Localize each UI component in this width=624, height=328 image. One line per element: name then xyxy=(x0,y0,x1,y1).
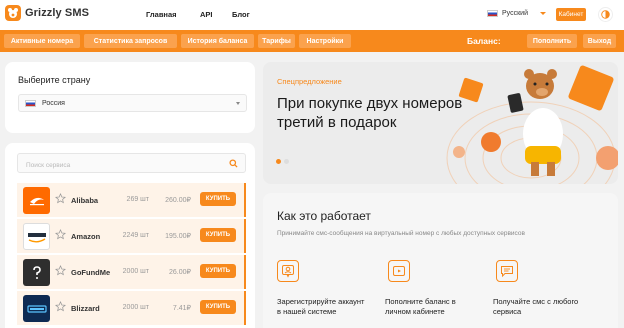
service-list-card: Alibaba 269 шт 260.00₽ КУПИТЬ Amazon 224… xyxy=(5,143,255,328)
balance-label: Баланс: xyxy=(467,36,501,46)
nav-home[interactable]: Главная xyxy=(146,10,177,19)
country-title: Выберите страну xyxy=(18,75,91,85)
carousel-dot[interactable] xyxy=(284,159,289,164)
language-selector[interactable]: Русский xyxy=(487,10,546,17)
wallet-icon xyxy=(388,260,410,282)
favorite-star-icon[interactable] xyxy=(55,301,66,312)
tab-request-stats[interactable]: Статистика запросов xyxy=(84,34,177,48)
logout-button[interactable]: Выход xyxy=(583,34,616,48)
nav-blog[interactable]: Блог xyxy=(232,10,250,19)
blizzard-logo-icon xyxy=(23,295,50,322)
service-name: Amazon xyxy=(71,232,101,241)
country-card: Выберите страну Россия xyxy=(5,62,255,133)
top-header: Grizzly SMS Главная API Блог Русский Каб… xyxy=(0,0,624,30)
country-select[interactable]: Россия xyxy=(18,94,247,112)
how-subtitle: Принимайте смс-сообщения на виртуальный … xyxy=(277,230,525,237)
service-count: 2000 шт xyxy=(122,268,149,275)
service-row[interactable]: Amazon 2249 шт 195.00₽ КУПИТЬ xyxy=(17,219,246,253)
service-name: GoFundMe xyxy=(71,268,111,277)
service-search xyxy=(17,153,246,175)
buy-button[interactable]: КУПИТЬ xyxy=(200,264,236,278)
service-row[interactable]: GoFundMe 2000 шт 26.00₽ КУПИТЬ xyxy=(17,255,246,289)
carousel-dots xyxy=(276,159,289,164)
service-name: Alibaba xyxy=(71,196,99,205)
service-count: 2249 шт xyxy=(122,232,149,239)
half-moon-icon xyxy=(601,10,610,19)
service-price: 195.00₽ xyxy=(165,233,191,240)
service-row[interactable]: Blizzard 2000 шт 7.41₽ КУПИТЬ xyxy=(17,291,246,325)
service-price: 7.41₽ xyxy=(172,305,191,312)
step-text: Зарегистрируйте аккаунт в нашей системе xyxy=(277,297,365,316)
favorite-star-icon[interactable] xyxy=(55,229,66,240)
bear-logo-icon xyxy=(5,5,21,21)
promo-tag: Спецпредложение xyxy=(277,77,342,86)
service-count: 269 шт xyxy=(126,196,149,203)
amazon-logo-icon xyxy=(23,223,50,250)
account-toolbar: Активные номера Статистика запросов Исто… xyxy=(0,30,624,52)
russia-flag-icon xyxy=(25,99,36,107)
russia-flag-icon xyxy=(487,10,498,17)
chevron-down-icon xyxy=(236,102,240,105)
service-name: Blizzard xyxy=(71,304,100,313)
message-icon xyxy=(496,260,518,282)
how-it-works-card: Как это работает Принимайте смс-сообщени… xyxy=(263,193,618,328)
favorite-star-icon[interactable] xyxy=(55,265,66,276)
buy-button[interactable]: КУПИТЬ xyxy=(200,300,236,314)
promo-title: При покупке двух номеров третий в подаро… xyxy=(277,95,463,131)
tab-tariffs[interactable]: Тарифы xyxy=(258,34,295,48)
service-price: 26.00₽ xyxy=(169,269,191,276)
service-count: 2000 шт xyxy=(122,304,149,311)
favorite-star-icon[interactable] xyxy=(55,193,66,204)
tab-settings[interactable]: Настройки xyxy=(299,34,351,48)
step-text: Получайте смс с любого сервиса xyxy=(493,297,579,316)
nav-api[interactable]: API xyxy=(200,10,213,19)
country-selected: Россия xyxy=(42,99,65,107)
how-title: Как это работает xyxy=(277,209,371,223)
alibaba-logo-icon xyxy=(23,187,50,214)
tab-active-numbers[interactable]: Активные номера xyxy=(4,34,80,48)
buy-button[interactable]: КУПИТЬ xyxy=(200,192,236,206)
service-search-input[interactable] xyxy=(18,156,218,175)
tab-balance-history[interactable]: История баланса xyxy=(181,34,254,48)
search-icon[interactable] xyxy=(229,159,238,168)
logo[interactable]: Grizzly SMS xyxy=(5,5,89,21)
promo-banner[interactable]: Спецпредложение При покупке двух номеров… xyxy=(263,62,618,184)
carousel-dot[interactable] xyxy=(276,159,281,164)
service-price: 260.00₽ xyxy=(165,197,191,204)
buy-button[interactable]: КУПИТЬ xyxy=(200,228,236,242)
language-label: Русский xyxy=(502,10,528,17)
step-text: Пополните баланс в личном кабинете xyxy=(385,297,456,316)
user-icon xyxy=(277,260,299,282)
cabinet-button[interactable]: Кабинет xyxy=(556,8,586,21)
service-row[interactable]: Alibaba 269 шт 260.00₽ КУПИТЬ xyxy=(17,183,246,217)
logo-text: Grizzly SMS xyxy=(25,7,90,19)
topup-button[interactable]: Пополнить xyxy=(527,34,577,48)
theme-toggle[interactable] xyxy=(598,7,613,22)
question-icon xyxy=(23,259,50,286)
chevron-down-icon xyxy=(539,12,546,15)
